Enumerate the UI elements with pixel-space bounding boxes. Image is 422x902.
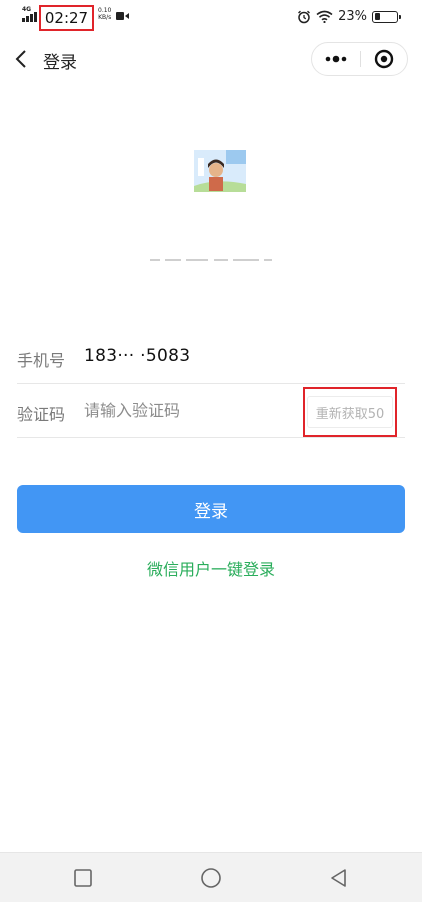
- status-right-group: 23%: [297, 9, 401, 24]
- resend-code-highlight: 重新获取50: [303, 387, 397, 437]
- signal-icon: 4G: [22, 6, 40, 22]
- menu-capsule: [311, 42, 408, 76]
- more-button[interactable]: [312, 43, 360, 75]
- resend-code-button[interactable]: 重新获取50: [307, 396, 393, 428]
- code-label: 验证码: [17, 405, 66, 424]
- network-speed-unit: KB/s: [98, 14, 112, 21]
- wechat-login-label: 微信用户一键登录: [146, 560, 275, 579]
- phone-number-value[interactable]: 183··· ·5083: [84, 346, 190, 366]
- more-dots-icon: [325, 55, 347, 63]
- circle-home-icon: [201, 868, 221, 888]
- status-bar: 4G 02:27 0.10 KB/s 23%: [0, 0, 422, 34]
- home-button[interactable]: [198, 865, 224, 891]
- status-time: 02:27: [39, 5, 94, 31]
- triangle-back-icon: [331, 869, 346, 887]
- status-time-text: 02:27: [44, 9, 89, 27]
- close-target-icon: [374, 49, 394, 69]
- app-logo-image: [176, 148, 246, 200]
- phone-label: 手机号: [17, 351, 66, 370]
- square-recent-icon: [74, 869, 92, 887]
- app-name-obscured: [150, 252, 272, 268]
- network-speed-value: 0.10: [98, 7, 112, 14]
- system-back-button[interactable]: [326, 865, 352, 891]
- resend-code-label: 重新获取50: [315, 406, 385, 422]
- back-arrow-icon[interactable]: [14, 48, 30, 70]
- network-speed: 0.10 KB/s: [98, 7, 111, 21]
- system-nav-bar: [0, 852, 422, 902]
- battery-icon: [372, 10, 401, 23]
- wifi-icon: [316, 10, 333, 23]
- phone-row: 手机号 183··· ·5083: [17, 330, 405, 384]
- login-button[interactable]: 登录: [17, 485, 405, 533]
- login-button-label: 登录: [194, 501, 228, 521]
- battery-percent: 23%: [338, 9, 367, 24]
- nav-bar: 登录: [0, 38, 422, 82]
- close-button[interactable]: [361, 43, 407, 75]
- verification-code-input[interactable]: [84, 395, 294, 425]
- video-icon: [116, 12, 129, 20]
- alarm-icon: [298, 10, 311, 23]
- code-row: 验证码 重新获取50: [17, 384, 405, 438]
- wechat-login-link[interactable]: 微信用户一键登录: [0, 556, 422, 580]
- recent-apps-button[interactable]: [70, 865, 96, 891]
- page-title: 登录: [43, 53, 77, 73]
